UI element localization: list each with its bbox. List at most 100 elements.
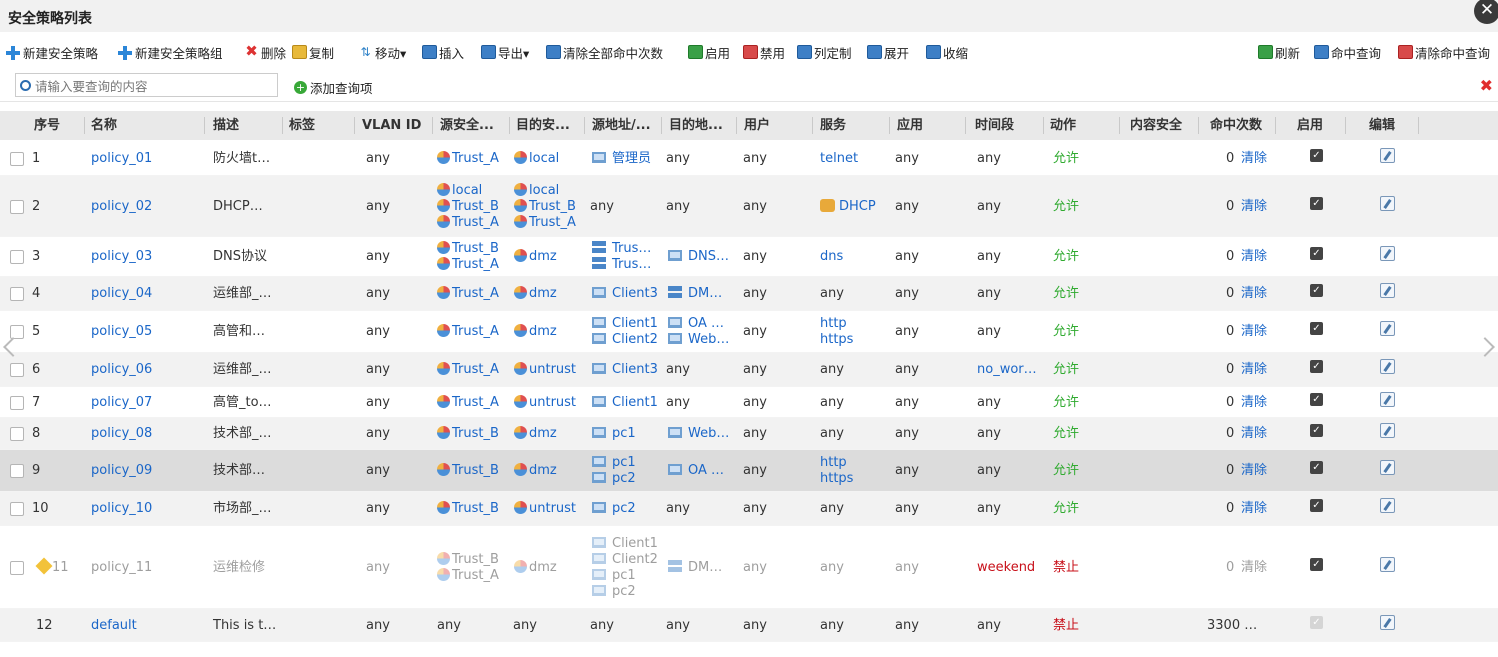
row-name-link[interactable]: policy_01 xyxy=(91,151,152,167)
row-name-link[interactable]: policy_10 xyxy=(91,501,152,517)
insert-button[interactable]: 插入 xyxy=(422,43,464,61)
dst_zone-item[interactable]: untrust xyxy=(514,501,576,517)
row-name-link[interactable]: policy_05 xyxy=(91,324,152,340)
table-row[interactable]: 7 policy_07 高管_to… any Trust_A untrust Client1… xyxy=(0,387,1498,418)
row-name-link[interactable]: policy_02 xyxy=(91,199,152,215)
src_addr-item[interactable]: pc1 xyxy=(592,568,636,584)
row-checkbox[interactable] xyxy=(10,396,24,410)
clear-hits-link[interactable]: 清除 xyxy=(1241,501,1267,517)
src_zone-item[interactable]: Trust_A xyxy=(437,215,499,231)
src_zone-item[interactable]: Trust_B xyxy=(437,552,499,568)
src_zone-item[interactable]: Trust_A xyxy=(437,395,499,411)
table-row[interactable]: 5 policy_05 高管和… any Trust_A dmz Client1 Client… xyxy=(0,311,1498,353)
clear-hits-link[interactable]: 清除 xyxy=(1241,199,1267,215)
src_addr-item[interactable]: pc1 xyxy=(592,455,636,471)
clear-hits-link[interactable]: 清除 xyxy=(1241,395,1267,411)
dst_zone-item[interactable]: dmz xyxy=(514,249,557,265)
col-tag[interactable]: 标签 xyxy=(289,111,315,140)
row-name-link[interactable]: policy_11 xyxy=(91,560,152,576)
src_addr-item[interactable]: pc2 xyxy=(592,584,636,600)
table-row[interactable]: 12 default This is t… any any any any any any any… xyxy=(0,609,1498,642)
table-row[interactable]: 10 policy_10 市场部_… any Trust_B untrust pc2 any a… xyxy=(0,492,1498,526)
row-name-link[interactable]: policy_03 xyxy=(91,249,152,265)
dst_addr-item[interactable]: DM… xyxy=(668,286,722,302)
dst_addr-item[interactable]: Web… xyxy=(668,426,729,442)
enabled-checkbox[interactable]: ✓ xyxy=(1310,149,1323,162)
export-button[interactable]: 导出▾ xyxy=(481,43,529,61)
col-vlan[interactable]: VLAN ID xyxy=(362,111,421,140)
src_addr-item[interactable]: pc1 xyxy=(592,426,636,442)
col-user[interactable]: 用户 xyxy=(744,111,770,140)
col-dst-addr[interactable]: 目的地... xyxy=(669,111,723,140)
dst_zone-item[interactable]: Trust_A xyxy=(514,215,576,231)
enabled-checkbox[interactable]: ✓ xyxy=(1310,247,1323,260)
col-enabled[interactable]: 启用 xyxy=(1297,111,1323,140)
table-row[interactable]: 9 policy_09 技术部… any Trust_B dmz pc1 pc2 OA … any… xyxy=(0,450,1498,492)
dst_zone-item[interactable]: local xyxy=(514,151,559,167)
row-name-link[interactable]: policy_08 xyxy=(91,426,152,442)
src_addr-item[interactable]: Client1 xyxy=(592,395,658,411)
col-dst-zone[interactable]: 目的安... xyxy=(516,111,570,140)
src_zone-item[interactable]: Trust_A xyxy=(437,362,499,378)
dst_addr-item[interactable]: DNS… xyxy=(668,249,729,265)
col-hits[interactable]: 命中次数 xyxy=(1210,111,1262,140)
dst_zone-item[interactable]: untrust xyxy=(514,362,576,378)
table-row[interactable]: 3 policy_03 DNS协议 any Trust_B Trust_A dmz Trus…… xyxy=(0,237,1498,277)
clear-search-icon[interactable]: ✖ xyxy=(1480,76,1493,95)
clear-hits-link[interactable]: 清除 xyxy=(1241,249,1267,265)
row-checkbox[interactable] xyxy=(10,200,24,214)
table-row[interactable]: 1 policy_01 防火墙t… any Trust_A local 管理员 any any t… xyxy=(0,142,1498,176)
col-name[interactable]: 名称 xyxy=(91,111,117,140)
enabled-checkbox[interactable]: ✓ xyxy=(1310,322,1323,335)
dst_zone-item[interactable]: dmz xyxy=(514,286,557,302)
src_addr-item[interactable]: Client1 xyxy=(592,316,658,332)
col-desc[interactable]: 描述 xyxy=(213,111,239,140)
table-row[interactable]: 8 policy_08 技术部_… any Trust_B dmz pc1 Web… any an… xyxy=(0,418,1498,450)
edit-icon[interactable] xyxy=(1380,246,1395,261)
src_zone-item[interactable]: Trust_B xyxy=(437,241,499,257)
clear-hits-button[interactable]: 清除全部命中次数 xyxy=(546,43,663,61)
col-src-addr[interactable]: 源地址/... xyxy=(592,111,651,140)
edit-icon[interactable] xyxy=(1380,460,1395,475)
src_addr-item[interactable]: Client3 xyxy=(592,286,658,302)
table-row[interactable]: 11 policy_11 运维检修 any Trust_B Trust_A dmz Clien… xyxy=(0,526,1498,609)
edit-icon[interactable] xyxy=(1380,321,1395,336)
col-action[interactable]: 动作 xyxy=(1050,111,1076,140)
dst_zone-item[interactable]: dmz xyxy=(514,560,557,576)
new-policy-button[interactable]: 新建安全策略 xyxy=(5,43,98,61)
edit-icon[interactable] xyxy=(1380,615,1395,630)
enabled-checkbox[interactable]: ✓ xyxy=(1310,284,1323,297)
enable-button[interactable]: 启用 xyxy=(688,43,730,61)
collapse-button[interactable]: 收缩 xyxy=(926,43,968,61)
dst_addr-item[interactable]: Web… xyxy=(668,332,729,348)
src_addr-item[interactable]: Trus… xyxy=(592,257,651,273)
src_zone-item[interactable]: Trust_A xyxy=(437,324,499,340)
col-service[interactable]: 服务 xyxy=(820,111,846,140)
row-checkbox[interactable] xyxy=(10,464,24,478)
col-src-zone[interactable]: 源安全... xyxy=(440,111,494,140)
edit-icon[interactable] xyxy=(1380,423,1395,438)
edit-icon[interactable] xyxy=(1380,196,1395,211)
row-checkbox[interactable] xyxy=(10,152,24,166)
src_addr-item[interactable]: 管理员 xyxy=(592,151,651,167)
new-group-button[interactable]: 新建安全策略组 xyxy=(117,43,223,61)
row-checkbox[interactable] xyxy=(10,287,24,301)
table-row[interactable]: 4 policy_04 运维部_… any Trust_A dmz Client3 DM… an… xyxy=(0,277,1498,311)
disable-button[interactable]: 禁用 xyxy=(743,43,785,61)
move-button[interactable]: ⇅ 移动▾ xyxy=(358,43,406,61)
row-time[interactable]: no_wor… xyxy=(977,362,1037,378)
src_addr-item[interactable]: Client2 xyxy=(592,332,658,348)
src_zone-item[interactable]: Trust_A xyxy=(437,286,499,302)
dst_zone-item[interactable]: dmz xyxy=(514,426,557,442)
clear-hits-link[interactable]: 清除 xyxy=(1241,151,1267,167)
enabled-checkbox[interactable]: ✓ xyxy=(1310,616,1323,629)
src_addr-item[interactable]: Client3 xyxy=(592,362,658,378)
edit-icon[interactable] xyxy=(1380,283,1395,298)
expand-button[interactable]: 展开 xyxy=(867,43,909,61)
clear-hits-link[interactable]: 清除 xyxy=(1241,426,1267,442)
add-query-button[interactable]: + 添加查询项 xyxy=(294,78,373,97)
edit-icon[interactable] xyxy=(1380,557,1395,572)
hit-query-button[interactable]: 命中查询 xyxy=(1314,43,1381,61)
row-checkbox[interactable] xyxy=(10,363,24,377)
dst_zone-item[interactable]: local xyxy=(514,183,559,199)
